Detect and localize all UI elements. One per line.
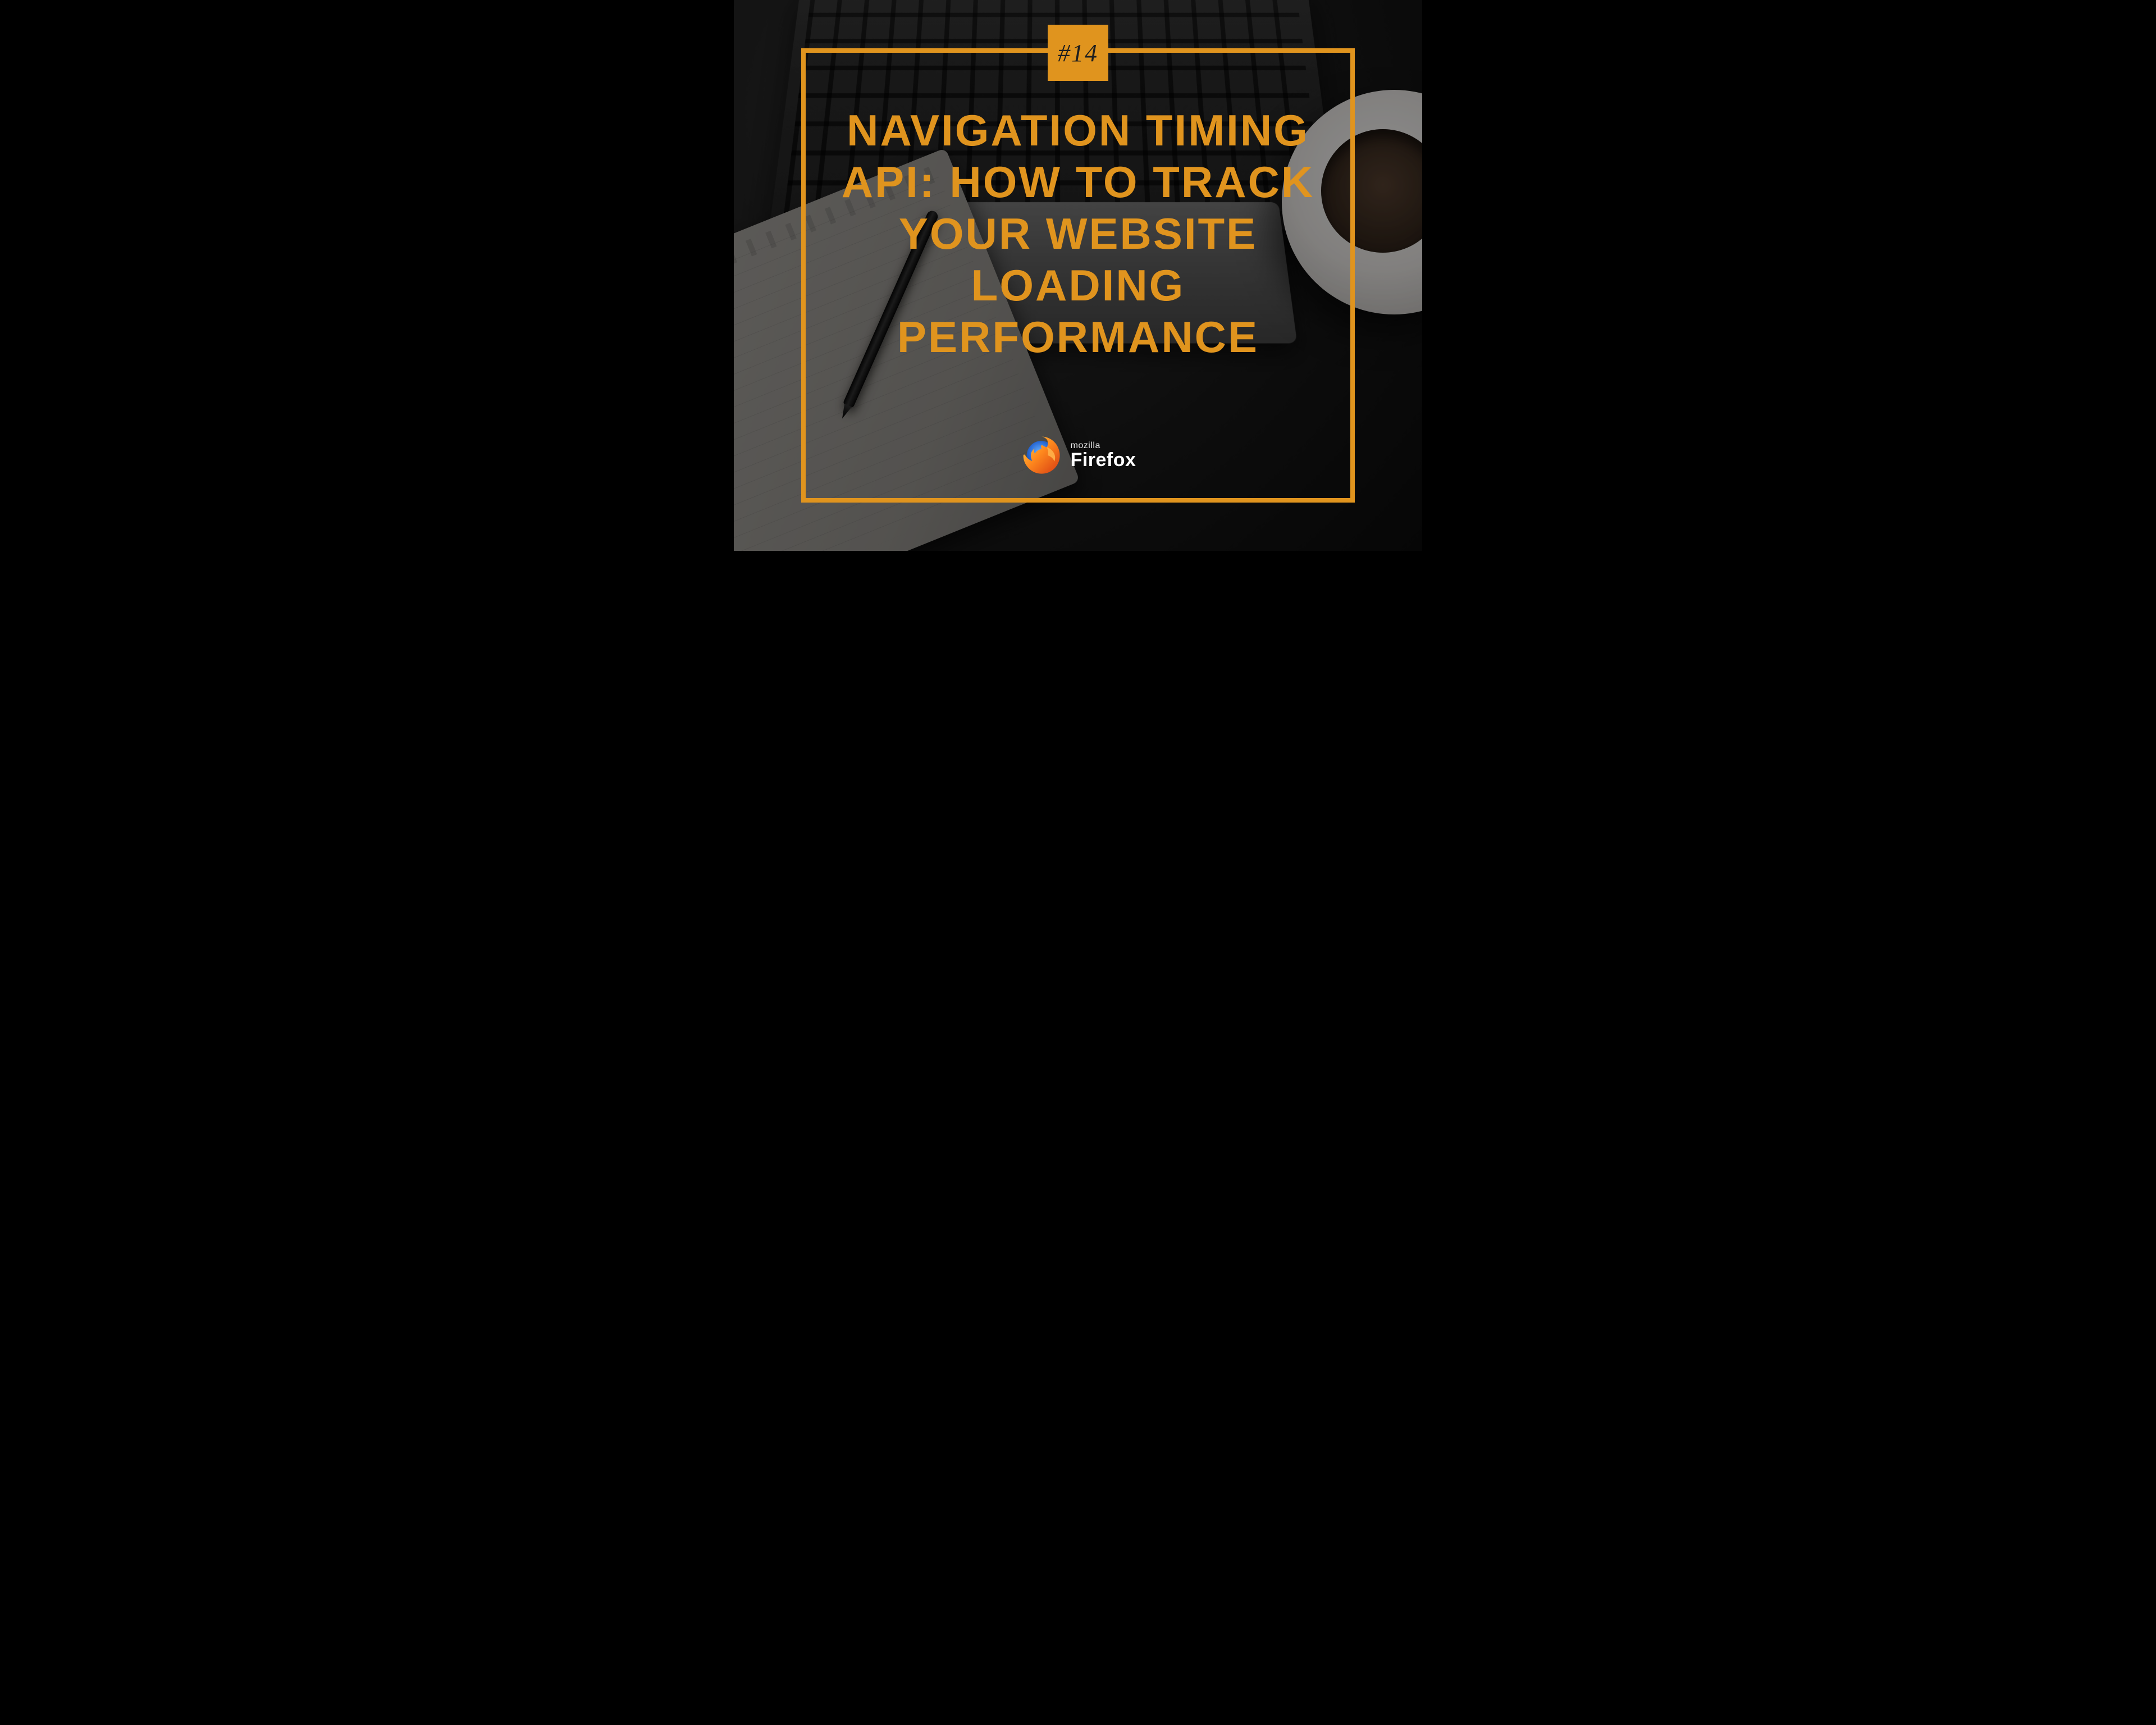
promo-card: #14 NAVIGATION TIMING API: HOW TO TRACK …	[734, 0, 1422, 551]
logo-small-text: mozilla	[1071, 441, 1136, 450]
logo-big-text: Firefox	[1071, 450, 1136, 469]
firefox-icon	[1020, 434, 1063, 477]
episode-number: #14	[1058, 39, 1098, 67]
browser-logo: mozilla Firefox	[1020, 434, 1136, 477]
browser-logo-text: mozilla Firefox	[1071, 441, 1136, 469]
content-frame: #14 NAVIGATION TIMING API: HOW TO TRACK …	[801, 48, 1355, 503]
episode-badge: #14	[1048, 25, 1108, 81]
card-title: NAVIGATION TIMING API: HOW TO TRACK YOUR…	[819, 104, 1337, 363]
